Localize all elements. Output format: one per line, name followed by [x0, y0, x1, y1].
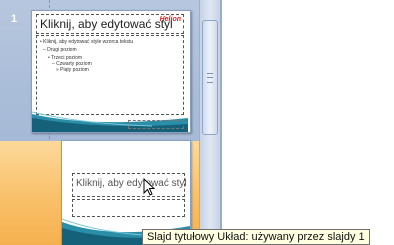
slide-title: Kliknij, aby edytować styl — [40, 17, 173, 31]
slide-number: 1 — [11, 13, 18, 25]
slides-thumbnail-pane: 1 Kliknij, aby edytować styl Helion • Kl… — [0, 0, 199, 245]
subtitle-placeholder — [72, 199, 185, 217]
bullet-level-1: • Kliknij, aby edytować style wzorca tek… — [40, 39, 134, 45]
bullet-level-5: » Piąty poziom — [56, 67, 89, 73]
slide-editing-area[interactable] — [220, 0, 394, 245]
mouse-pointer-icon — [143, 178, 156, 196]
layout-tooltip: Slajd tytułowy Układ: używany przez slaj… — [142, 229, 370, 245]
title-placeholder: Kliknij, aby edytować styl Helion — [36, 14, 184, 34]
scrollbar-thumb[interactable] — [202, 20, 218, 135]
slide-thumbnail-1[interactable]: Kliknij, aby edytować styl Helion • Klik… — [31, 10, 191, 133]
vertical-scrollbar[interactable] — [199, 0, 220, 245]
helion-logo: Helion — [159, 16, 181, 23]
title-placeholder: Kliknij, aby edytować styl — [72, 173, 187, 197]
slide-title: Kliknij, aby edytować styl — [76, 178, 187, 189]
footer-placeholder — [128, 120, 184, 129]
content-placeholder: • Kliknij, aby edytować style wzorca tek… — [36, 35, 184, 115]
bullet-level-2: – Drugi poziom — [43, 47, 77, 53]
scrollbar-grip-icon — [207, 73, 213, 83]
